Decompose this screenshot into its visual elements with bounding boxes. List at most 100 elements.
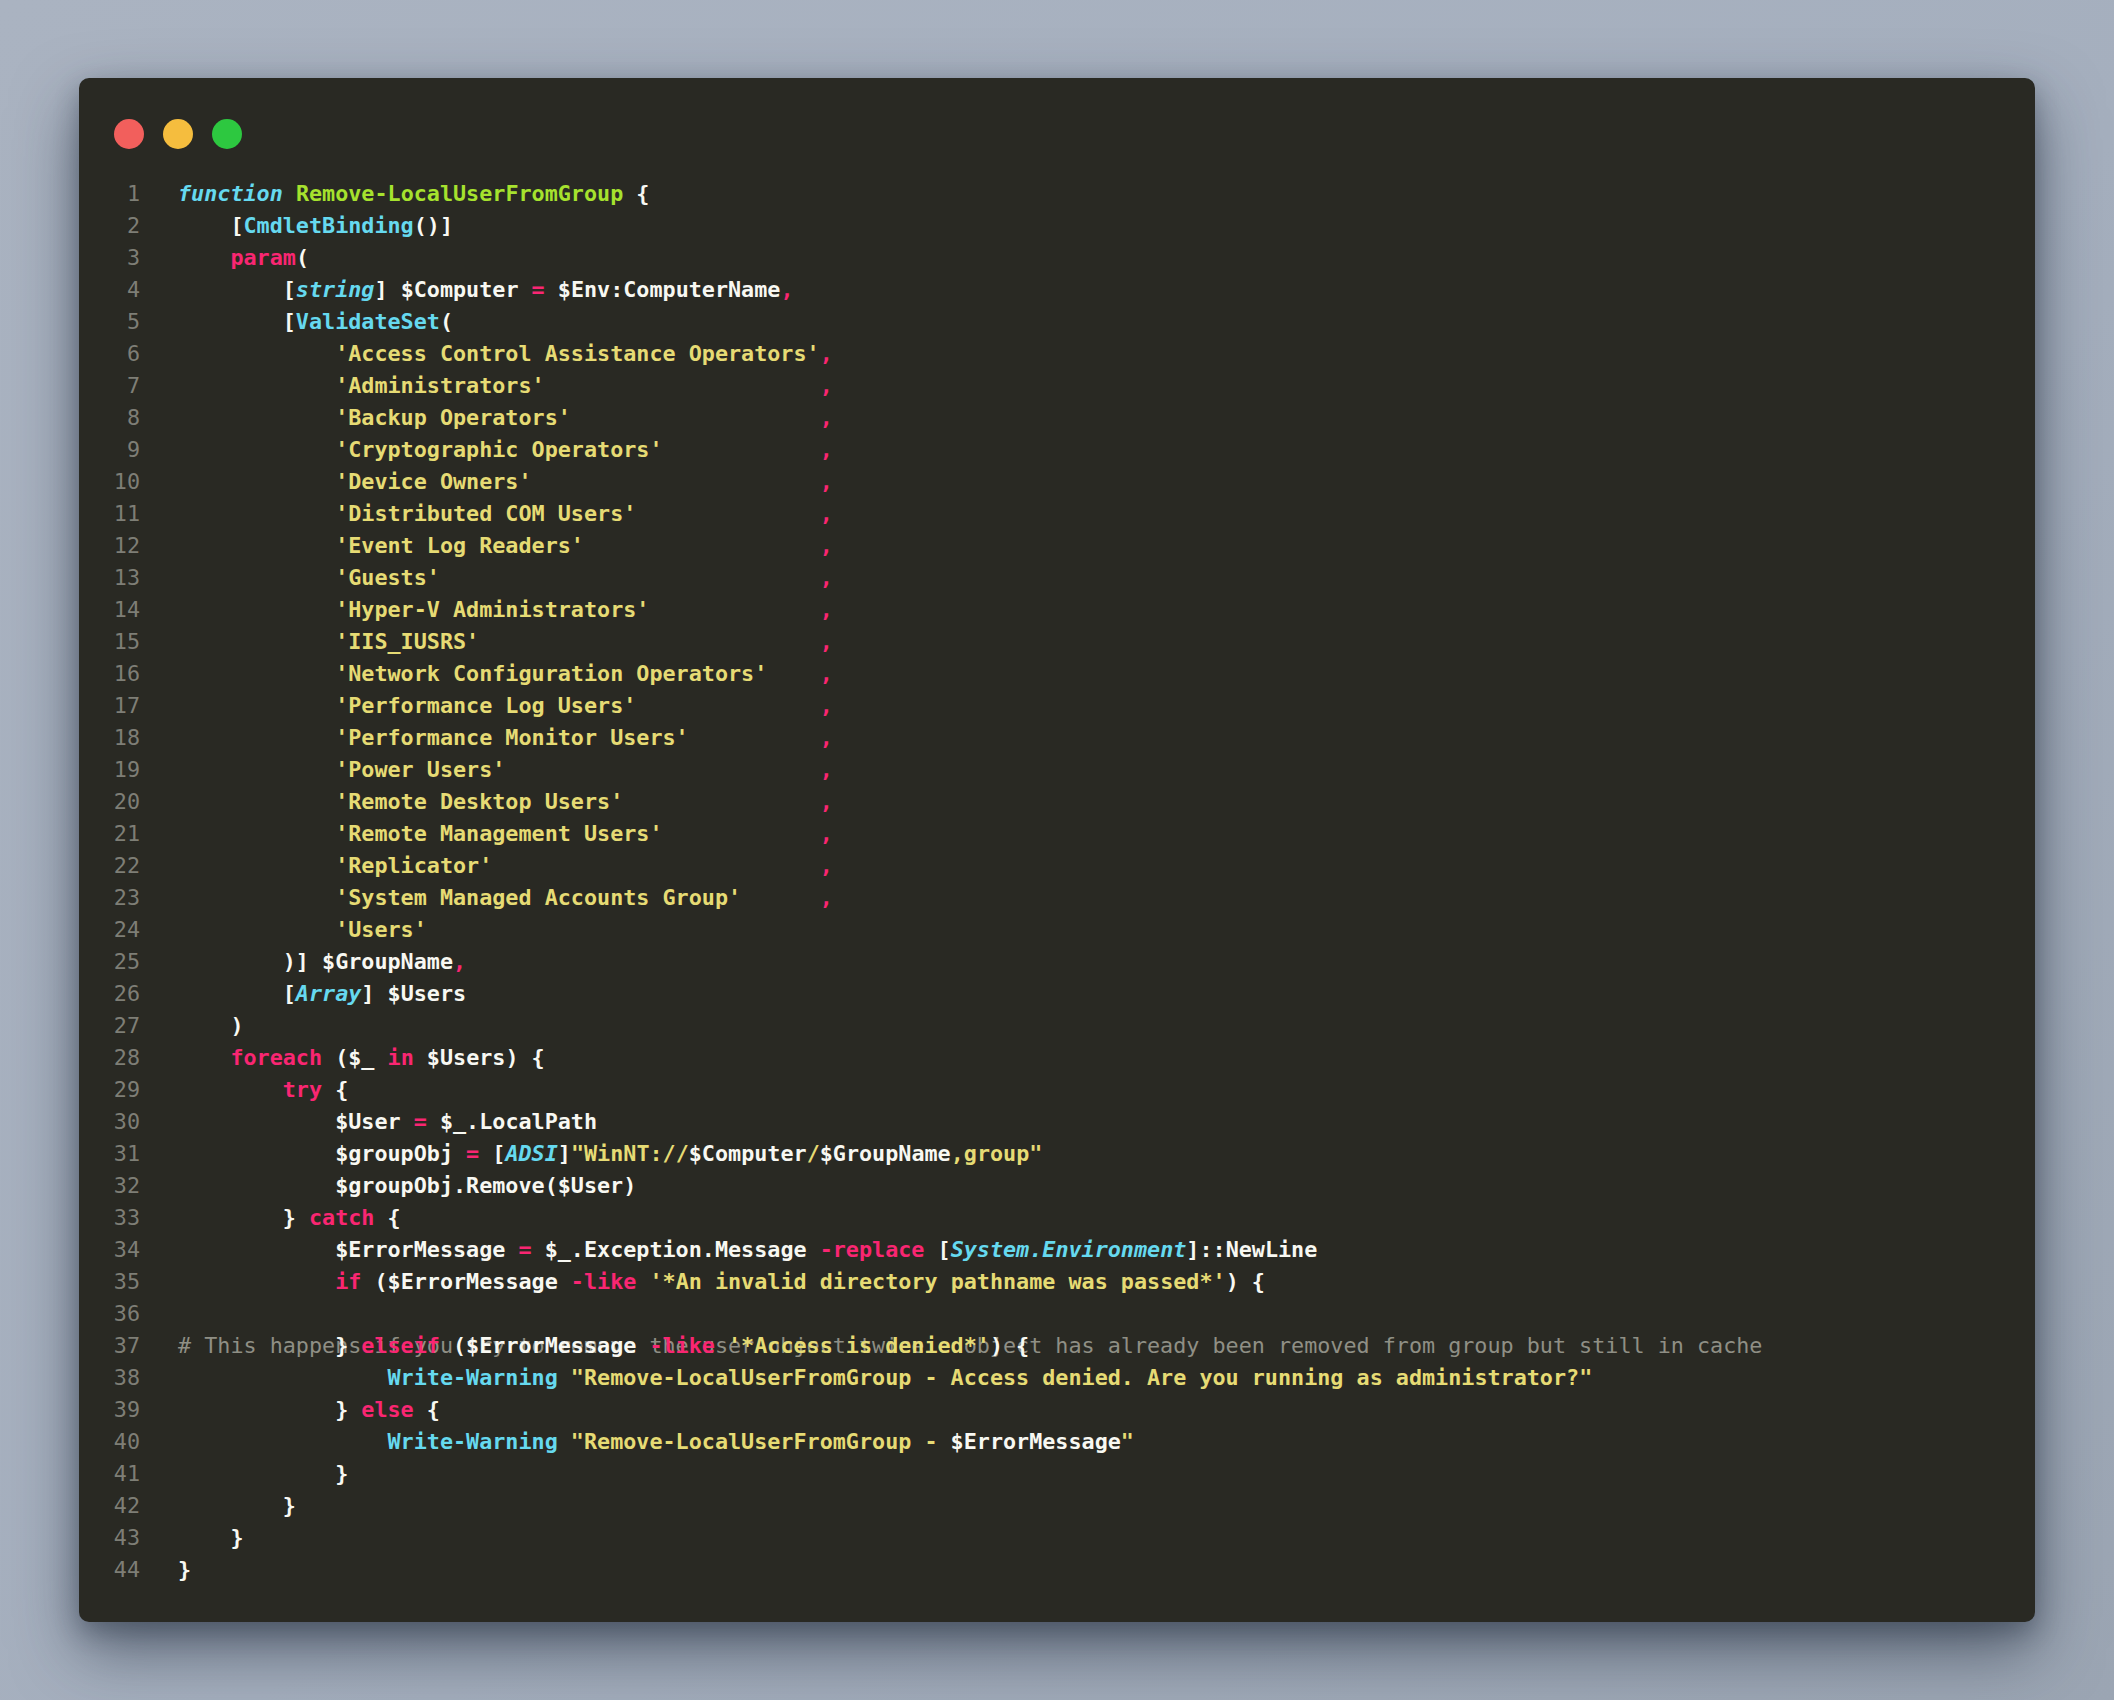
code-token: 'Remote Management Users' [335, 821, 662, 846]
line-number: 16 [79, 658, 140, 690]
code-token: , [820, 789, 833, 814]
code-line: 9 'Cryptographic Operators' , [79, 434, 2035, 466]
code-token: } [178, 1205, 309, 1230]
line-number: 4 [79, 274, 140, 306]
code-text: function Remove-LocalUserFromGroup { [178, 178, 649, 210]
code-token [479, 629, 819, 654]
line-number: 1 [79, 178, 140, 210]
code-token: )] $GroupName [178, 949, 453, 974]
code-token [689, 725, 820, 750]
code-token: '*An invalid directory pathname was pass… [649, 1269, 1225, 1294]
code-token [623, 789, 819, 814]
code-token: param [230, 245, 295, 270]
line-number: 21 [79, 818, 140, 850]
code-token: ) [178, 1013, 243, 1038]
code-token: , [820, 437, 833, 462]
line-number: 5 [79, 306, 140, 338]
code-text: } [178, 1490, 296, 1522]
code-line: 26 [Array] $Users [79, 978, 2035, 1010]
code-token: ($ErrorMessage [361, 1269, 571, 1294]
code-line: 43 } [79, 1522, 2035, 1554]
code-token: [ [178, 981, 296, 1006]
code-token: [ [479, 1141, 505, 1166]
code-token [178, 789, 335, 814]
code-token: $ErrorMessage [951, 1429, 1121, 1454]
code-text: } else { [178, 1394, 440, 1426]
code-token [178, 405, 335, 430]
code-line: 8 'Backup Operators' , [79, 402, 2035, 434]
code-text: param( [178, 242, 309, 274]
code-token: $Users) { [414, 1045, 545, 1070]
code-token: , [820, 565, 833, 590]
code-token [636, 501, 819, 526]
line-number: 44 [79, 1554, 140, 1586]
code-token [178, 629, 335, 654]
line-number: 28 [79, 1042, 140, 1074]
code-line: 28 foreach ($_ in $Users) { [79, 1042, 2035, 1074]
code-token [178, 661, 335, 686]
line-number: 8 [79, 402, 140, 434]
code-line: 19 'Power Users' , [79, 754, 2035, 786]
minimize-button[interactable] [163, 119, 193, 149]
code-line: 31 $groupObj = [ADSI]"WinNT://$Computer/… [79, 1138, 2035, 1170]
code-token: } [178, 1525, 243, 1550]
code-token: , [820, 469, 833, 494]
code-line: 13 'Guests' , [79, 562, 2035, 594]
code-editor[interactable]: 1function Remove-LocalUserFromGroup {2 [… [79, 178, 2035, 1586]
code-token: } [178, 1493, 296, 1518]
code-token [636, 693, 819, 718]
code-token [767, 661, 819, 686]
code-line: 30 $User = $_.LocalPath [79, 1106, 2035, 1138]
code-token [178, 565, 335, 590]
code-line: 5 [ValidateSet( [79, 306, 2035, 338]
code-token: , [820, 693, 833, 718]
code-line: 33 } catch { [79, 1202, 2035, 1234]
code-token: ()] [414, 213, 453, 238]
code-token [178, 693, 335, 718]
code-text: if ($ErrorMessage -like '*An invalid dir… [178, 1266, 1265, 1298]
editor-window: 1function Remove-LocalUserFromGroup {2 [… [79, 78, 2035, 1622]
line-number: 32 [79, 1170, 140, 1202]
code-token: 'Event Log Readers' [335, 533, 584, 558]
code-token: , [820, 757, 833, 782]
code-token: } [178, 1557, 191, 1582]
code-token: 'IIS_IUSRS' [335, 629, 479, 654]
code-token: 'Replicator' [335, 853, 492, 878]
line-number: 27 [79, 1010, 140, 1042]
code-text: 'Performance Monitor Users' , [178, 722, 833, 754]
code-text: )] $GroupName, [178, 946, 466, 978]
code-text: Write-Warning "Remove-LocalUserFromGroup… [178, 1426, 1134, 1458]
code-text: # This happens if you try to remove the … [178, 1330, 1762, 1362]
window-titlebar [114, 119, 242, 149]
code-token: -replace [820, 1237, 925, 1262]
line-number: 30 [79, 1106, 140, 1138]
line-number: 24 [79, 914, 140, 946]
code-token: , [820, 341, 833, 366]
code-token: $groupObj.Remove($User) [178, 1173, 636, 1198]
code-token: in [388, 1045, 414, 1070]
maximize-button[interactable] [212, 119, 242, 149]
close-button[interactable] [114, 119, 144, 149]
code-token: 'Distributed COM Users' [335, 501, 636, 526]
code-text: 'Users' [178, 914, 427, 946]
code-text: 'Access Control Assistance Operators', [178, 338, 833, 370]
code-token: , [820, 821, 833, 846]
code-token: , [820, 501, 833, 526]
code-text: [ValidateSet( [178, 306, 453, 338]
code-token: $_.Exception.Message [532, 1237, 820, 1262]
code-text: 'Guests' , [178, 562, 833, 594]
line-number: 11 [79, 498, 140, 530]
code-text: ) [178, 1010, 243, 1042]
code-token [178, 501, 335, 526]
code-text: $groupObj.Remove($User) [178, 1170, 636, 1202]
code-token: 'Remote Desktop Users' [335, 789, 623, 814]
code-text: 'Distributed COM Users' , [178, 498, 833, 530]
code-text: $groupObj = [ADSI]"WinNT://$Computer/$Gr… [178, 1138, 1042, 1170]
code-line: 23 'System Managed Accounts Group' , [79, 882, 2035, 914]
code-token: ) { [990, 1333, 1029, 1358]
code-token: 'Guests' [335, 565, 440, 590]
code-token [178, 885, 335, 910]
code-token: ( [296, 245, 309, 270]
line-number: 6 [79, 338, 140, 370]
code-line: 22 'Replicator' , [79, 850, 2035, 882]
